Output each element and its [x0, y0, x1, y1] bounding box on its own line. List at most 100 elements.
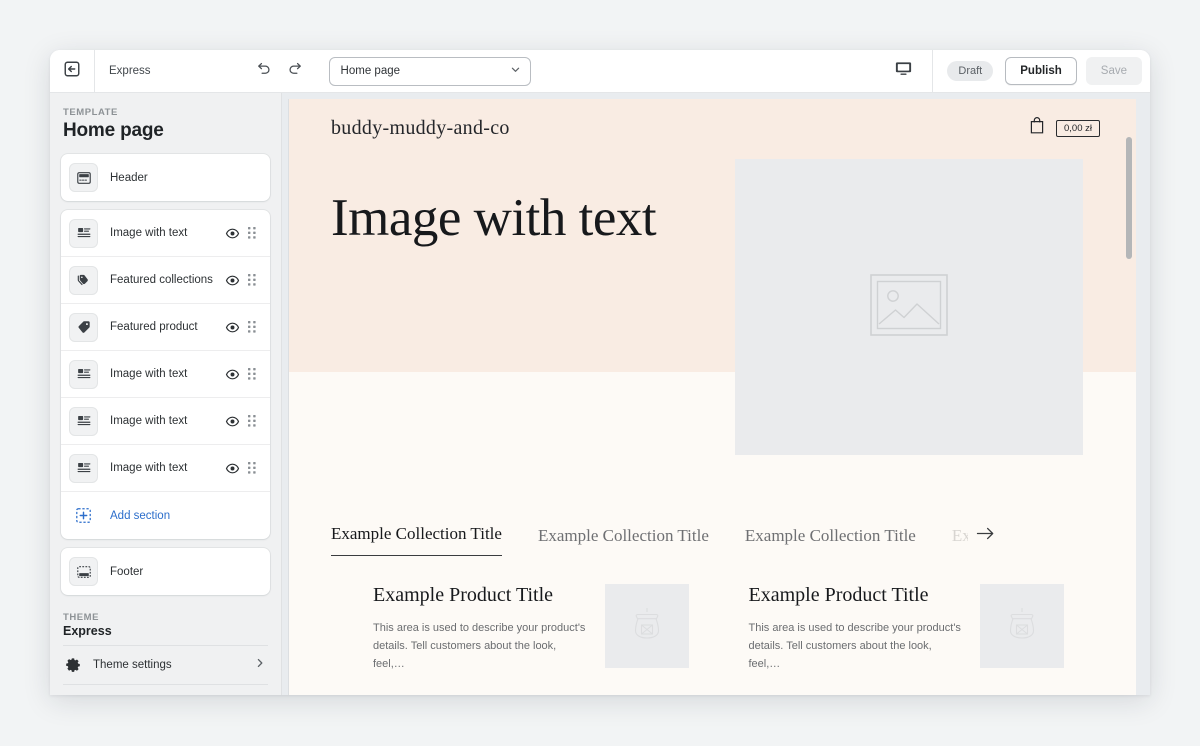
- drag-handle-icon[interactable]: [243, 320, 261, 334]
- sidebar-item-label: Featured product: [110, 321, 198, 333]
- image-with-text-icon: [69, 406, 98, 436]
- save-button: Save: [1085, 57, 1142, 85]
- collection-tab-4[interactable]: Ex: [952, 526, 968, 556]
- exit-editor-button[interactable]: [50, 50, 94, 92]
- storefront-preview: buddy-muddy-and-co 0,00 zł Image with te…: [288, 99, 1136, 695]
- page-title: Home page: [63, 120, 164, 141]
- chevron-down-icon: [510, 64, 521, 78]
- top-toolbar: Express Home page Draft Publish Save: [50, 50, 1150, 93]
- template-label: TEMPLATE: [63, 107, 118, 118]
- sidebar-item-image-with-text-1[interactable]: Image with text: [61, 210, 270, 257]
- undo-button[interactable]: [251, 58, 277, 84]
- gear-icon: [65, 657, 93, 673]
- preview-canvas: buddy-muddy-and-co 0,00 zł Image with te…: [282, 93, 1150, 695]
- image-with-text-icon: [69, 453, 98, 483]
- eye-visible-icon[interactable]: [221, 320, 243, 335]
- featured-collections-section: Example Collection Title Example Collect…: [289, 524, 1136, 673]
- product-placeholder-icon: [1000, 602, 1044, 651]
- hero-heading: Image with text: [331, 189, 657, 247]
- image-with-text-icon: [69, 218, 98, 248]
- product-title: Example Product Title: [373, 584, 553, 606]
- product-card-1[interactable]: Example Product Title This area is used …: [373, 584, 689, 673]
- preview-scrollbar[interactable]: [1125, 105, 1133, 695]
- product-grid: Example Product Title This area is used …: [331, 556, 1100, 673]
- scrollbar-thumb[interactable]: [1126, 137, 1132, 259]
- product-text: Example Product Title This area is used …: [749, 584, 967, 673]
- product-card-2[interactable]: Example Product Title This area is used …: [749, 584, 1064, 673]
- sidebar-item-image-with-text-4[interactable]: Image with text: [61, 445, 270, 492]
- image-with-text-icon: [69, 359, 98, 389]
- product-description: This area is used to describe your produ…: [748, 622, 961, 670]
- sidebar-fade: [61, 681, 270, 695]
- theme-editor-window: Express Home page Draft Publish Save TEM…: [50, 50, 1150, 695]
- history-controls: [251, 58, 309, 84]
- sidebar-item-label: Header: [110, 171, 148, 184]
- product-image-placeholder: [980, 584, 1064, 668]
- collection-tabs: Example Collection Title Example Collect…: [331, 524, 1100, 556]
- redo-icon: [287, 60, 304, 82]
- sidebar-item-label: Image with text: [110, 415, 188, 427]
- header-section-card: Header: [61, 154, 270, 201]
- store-header: buddy-muddy-and-co 0,00 zł: [289, 99, 1136, 157]
- device-preview-button[interactable]: [886, 56, 920, 86]
- product-image-placeholder: [604, 584, 689, 668]
- theme-section-name: Express: [63, 624, 112, 638]
- footer-section-icon: [69, 557, 98, 586]
- toolbar-divider-right: [932, 50, 934, 93]
- footer-section-card: Footer: [61, 548, 270, 595]
- sidebar-item-label: Footer: [110, 565, 144, 578]
- sidebar-item-label: Theme settings: [93, 659, 172, 671]
- theme-name-label: Express: [109, 65, 151, 77]
- eye-visible-icon[interactable]: [221, 273, 243, 288]
- chevron-right-icon: [254, 656, 266, 674]
- sidebar-item-label: Image with text: [110, 227, 188, 239]
- add-section-icon: [69, 501, 98, 530]
- sidebar-item-image-with-text-3[interactable]: Image with text: [61, 398, 270, 445]
- drag-handle-icon[interactable]: [243, 461, 261, 475]
- eye-visible-icon[interactable]: [221, 461, 243, 476]
- store-name: buddy-muddy-and-co: [331, 116, 510, 139]
- sidebar-item-theme-settings[interactable]: Theme settings: [61, 646, 270, 684]
- theme-section-label: THEME: [63, 612, 99, 623]
- drag-handle-icon[interactable]: [243, 226, 261, 240]
- sidebar-item-header[interactable]: Header: [61, 154, 270, 201]
- product-text: Example Product Title This area is used …: [373, 584, 591, 673]
- redo-button[interactable]: [283, 58, 309, 84]
- page-selector-dropdown[interactable]: Home page: [328, 56, 531, 86]
- arrow-right-icon[interactable]: [976, 526, 995, 556]
- cart-area[interactable]: 0,00 zł: [1028, 116, 1100, 140]
- collection-tab-1[interactable]: Example Collection Title: [331, 524, 502, 556]
- drag-handle-icon[interactable]: [243, 367, 261, 381]
- eye-visible-icon[interactable]: [221, 367, 243, 382]
- collection-tab-2[interactable]: Example Collection Title: [538, 526, 709, 556]
- sections-card: Image with text Featured collections Fea…: [61, 210, 270, 539]
- sidebar-item-label: Image with text: [110, 462, 188, 474]
- sidebar-item-label: Image with text: [110, 368, 188, 380]
- status-badge: Draft: [947, 61, 994, 81]
- sidebar-item-footer[interactable]: Footer: [61, 548, 270, 595]
- header-section-icon: [69, 163, 98, 192]
- sections-sidebar: TEMPLATE Home page Header Image with tex…: [50, 93, 282, 695]
- drag-handle-icon[interactable]: [243, 273, 261, 287]
- drag-handle-icon[interactable]: [243, 414, 261, 428]
- undo-icon: [255, 60, 272, 82]
- sidebar-item-image-with-text-2[interactable]: Image with text: [61, 351, 270, 398]
- hero-image-placeholder: [735, 159, 1083, 455]
- eye-visible-icon[interactable]: [221, 226, 243, 241]
- image-placeholder-icon: [870, 273, 948, 341]
- cart-total: 0,00 zł: [1056, 119, 1100, 137]
- desktop-background: Express Home page Draft Publish Save TEM…: [0, 0, 1200, 746]
- collection-tab-3[interactable]: Example Collection Title: [745, 526, 916, 556]
- product-title: Example Product Title: [748, 584, 929, 606]
- featured-collections-icon: [69, 265, 98, 295]
- eye-visible-icon[interactable]: [221, 414, 243, 429]
- sidebar-item-featured-collections[interactable]: Featured collections: [61, 257, 270, 304]
- exit-arrow-icon: [63, 60, 81, 83]
- add-section-button[interactable]: Add section: [61, 492, 270, 539]
- sidebar-item-label: Featured collections: [110, 274, 213, 286]
- sidebar-item-featured-product[interactable]: Featured product: [61, 304, 270, 351]
- desktop-icon: [894, 59, 913, 83]
- shopping-bag-icon[interactable]: [1028, 116, 1046, 140]
- publish-button[interactable]: Publish: [1005, 57, 1077, 85]
- product-description: This area is used to describe your produ…: [373, 622, 586, 670]
